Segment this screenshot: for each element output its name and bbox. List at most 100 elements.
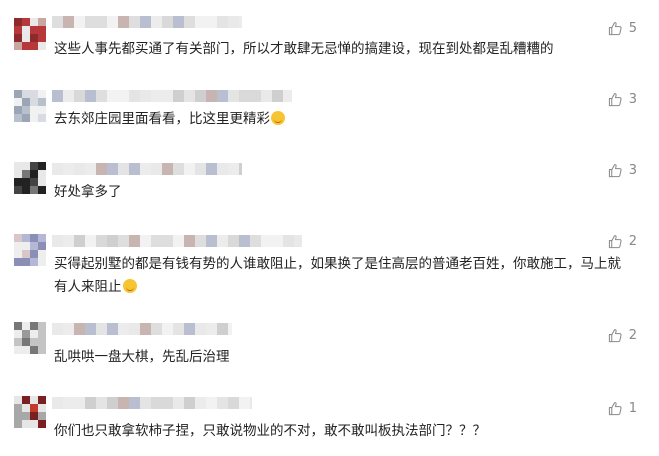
username-pixel (151, 163, 162, 175)
avatar-pixel (22, 234, 30, 242)
username-pixel (195, 235, 206, 247)
username-pixel (173, 235, 184, 247)
avatar-pixel (38, 186, 46, 194)
avatar-pixel (22, 250, 30, 258)
avatar-pixel (30, 330, 38, 338)
like-count: 3 (628, 162, 637, 178)
username-pixel (239, 235, 250, 247)
username-pixel (74, 323, 85, 335)
avatar-pixel (14, 250, 22, 258)
username-pixel (151, 90, 162, 102)
username-pixel (250, 90, 261, 102)
avatar[interactable] (14, 18, 46, 50)
avatar-pixel (22, 98, 30, 106)
avatar-pixel (38, 420, 46, 428)
avatar-pixel (22, 346, 30, 354)
avatar[interactable] (14, 322, 46, 354)
username-pixel (96, 90, 107, 102)
like-button[interactable]: 3 (608, 162, 637, 178)
avatar-pixel (14, 114, 22, 122)
username-pixel (118, 16, 129, 28)
username-pixel (294, 235, 302, 247)
username-pixel (195, 90, 206, 102)
blurred-username[interactable] (52, 235, 302, 247)
comment-text: 你们也只敢拿软柿子捏，只敢说物业的不对，敢不敢叫板执法部门？？？ (54, 423, 486, 439)
username-pixel (96, 163, 107, 175)
avatar-pixel (22, 34, 30, 42)
comment-text: 这些人事先都买通了有关部门，所以才敢肆无忌惮的搞建设，现在到处都是乱糟糟的 (54, 41, 554, 57)
username-pixel (184, 90, 195, 102)
comment-text: 好处拿多了 (54, 184, 122, 200)
avatar-pixel (14, 98, 22, 106)
avatar-pixel (22, 178, 30, 186)
username-pixel (239, 397, 250, 409)
username-pixel (151, 235, 162, 247)
avatar-pixel (30, 404, 38, 412)
username-pixel (162, 163, 173, 175)
username-pixel (228, 323, 232, 335)
username-pixel (239, 163, 242, 175)
username-pixel (74, 163, 85, 175)
like-count: 2 (628, 327, 637, 343)
avatar-pixel (14, 258, 22, 266)
username-pixel (173, 16, 184, 28)
emoji-icon (122, 279, 137, 293)
username-pixel (74, 397, 85, 409)
avatar[interactable] (14, 90, 46, 122)
avatar-pixel (22, 420, 30, 428)
avatar[interactable] (14, 162, 46, 194)
username-pixel (184, 16, 195, 28)
thumbs-up-icon (608, 21, 623, 36)
avatar-pixel (22, 106, 30, 114)
comment-text: 乱哄哄一盘大棋，先乱后治理 (54, 349, 230, 365)
username-pixel (162, 323, 173, 335)
username-pixel (250, 397, 252, 409)
username-pixel (85, 90, 96, 102)
username-pixel (52, 397, 63, 409)
username-pixel (162, 16, 173, 28)
thumbs-up-icon (608, 163, 623, 178)
username-pixel (85, 323, 96, 335)
like-count: 2 (628, 233, 637, 249)
username-pixel (272, 90, 283, 102)
username-pixel (118, 397, 129, 409)
blurred-username[interactable] (52, 90, 292, 102)
avatar[interactable] (14, 396, 46, 428)
blurred-username[interactable] (52, 163, 242, 175)
blurred-username[interactable] (52, 397, 252, 409)
username-pixel (206, 235, 217, 247)
username-pixel (118, 163, 129, 175)
username-pixel (63, 163, 74, 175)
username-pixel (63, 323, 74, 335)
username-pixel (217, 90, 228, 102)
like-button[interactable]: 2 (608, 327, 637, 343)
like-button[interactable]: 1 (608, 400, 637, 416)
username-pixel (140, 397, 151, 409)
like-button[interactable]: 5 (608, 20, 637, 36)
blurred-username[interactable] (52, 323, 232, 335)
username-pixel (74, 235, 85, 247)
username-pixel (151, 397, 162, 409)
username-pixel (250, 235, 261, 247)
username-pixel (63, 397, 74, 409)
username-pixel (96, 323, 107, 335)
avatar[interactable] (14, 234, 46, 266)
blurred-username[interactable] (52, 16, 242, 28)
avatar-pixel (14, 106, 22, 114)
avatar-pixel (14, 234, 22, 242)
like-count: 3 (628, 91, 637, 107)
username-pixel (261, 90, 272, 102)
avatar-pixel (38, 258, 46, 266)
like-button[interactable]: 3 (608, 91, 637, 107)
username-pixel (272, 235, 283, 247)
username-pixel (195, 323, 206, 335)
avatar-pixel (14, 396, 22, 404)
avatar-pixel (22, 114, 30, 122)
avatar-pixel (22, 18, 30, 26)
username-pixel (217, 235, 228, 247)
username-pixel (173, 90, 184, 102)
avatar-pixel (14, 26, 22, 34)
like-button[interactable]: 2 (608, 233, 637, 249)
username-pixel (129, 323, 140, 335)
username-pixel (74, 16, 85, 28)
